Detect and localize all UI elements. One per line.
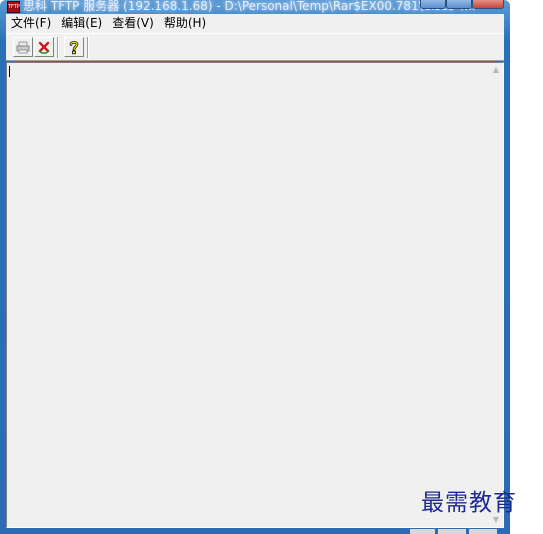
help-icon	[69, 40, 79, 54]
log-text-area[interactable]: ▲ ▼	[6, 62, 504, 528]
window-title: 思科 TFTP 服务器 (192.168.1.68) - D:\Personal…	[23, 0, 476, 13]
toolbar-separator	[57, 37, 59, 58]
app-icon[interactable]: TFTP	[7, 1, 20, 13]
menu-help[interactable]: 帮助(H)	[159, 14, 211, 33]
menu-view[interactable]: 查看(V)	[107, 14, 159, 33]
print-button[interactable]	[13, 37, 33, 57]
watermark-logo: 最需教育	[421, 490, 517, 516]
help-button[interactable]	[64, 37, 84, 57]
minimize-button[interactable]	[420, 0, 446, 9]
menu-file[interactable]: 文件(F)	[6, 14, 56, 33]
title-bar[interactable]: TFTP 思科 TFTP 服务器 (192.168.1.68) - D:\Per…	[0, 0, 510, 14]
scroll-up-arrow-icon[interactable]: ▲	[489, 63, 503, 77]
menu-edit[interactable]: 编辑(E)	[56, 14, 107, 33]
toolbar	[6, 33, 504, 61]
app-window: TFTP 思科 TFTP 服务器 (192.168.1.68) - D:\Per…	[0, 0, 510, 534]
menu-bar: 文件(F) 编辑(E) 查看(V) 帮助(H)	[6, 14, 504, 33]
clear-log-button[interactable]	[34, 37, 54, 57]
text-caret	[9, 66, 10, 77]
status-segment	[410, 529, 435, 534]
maximize-button[interactable]	[446, 0, 472, 9]
vertical-scrollbar[interactable]: ▲ ▼	[489, 63, 503, 527]
toolbar-separator-2	[87, 37, 89, 58]
printer-icon	[16, 41, 30, 53]
clear-log-icon	[38, 41, 50, 54]
status-segment	[438, 529, 466, 534]
close-button[interactable]	[472, 0, 504, 9]
status-segment	[469, 529, 497, 534]
